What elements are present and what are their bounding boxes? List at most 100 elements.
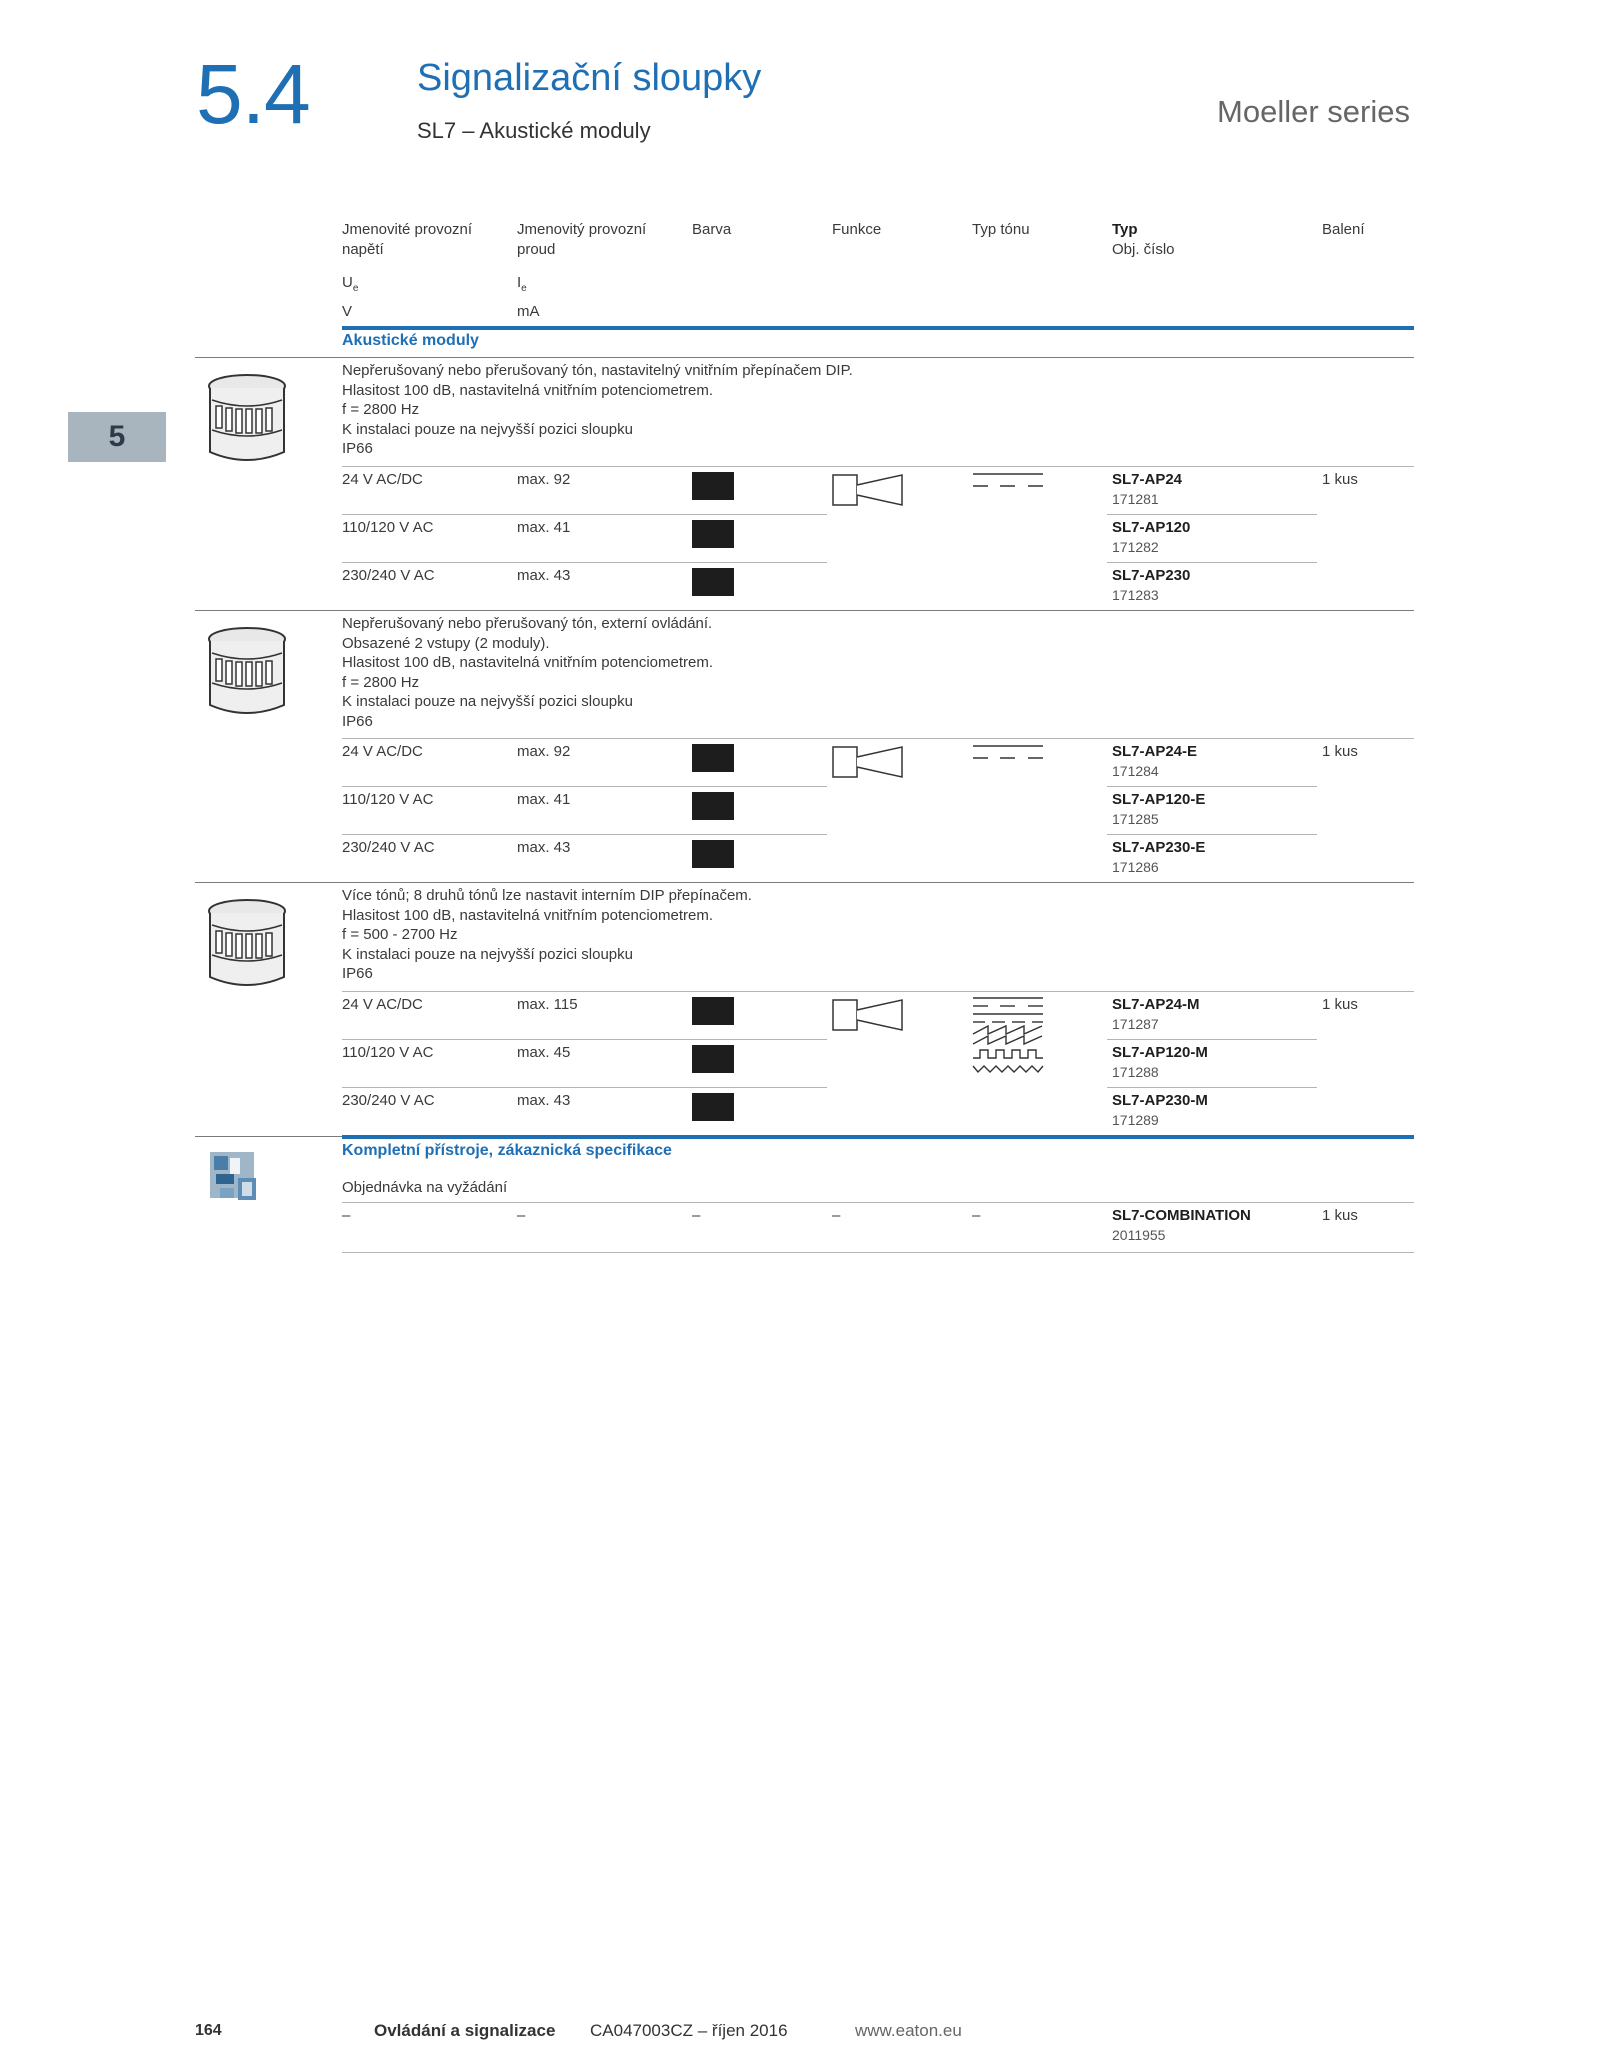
row-divider	[342, 786, 827, 787]
color-value: –	[692, 1207, 701, 1224]
order-number: 171288	[1112, 1064, 1159, 1080]
page-title: Signalizační sloupky	[417, 57, 762, 99]
color-swatch-black	[692, 568, 734, 596]
voltage-symbol: Ue	[342, 274, 359, 294]
row-divider	[1107, 562, 1317, 563]
horn-icon	[832, 746, 903, 778]
column-header-function: Funkce	[832, 221, 882, 238]
tone-type-continuous-intermittent-icon	[973, 473, 1043, 487]
color-swatch-black	[692, 744, 734, 772]
page-number: 164	[195, 2022, 222, 2039]
current-value: max. 92	[517, 471, 571, 488]
order-number: 171282	[1112, 539, 1159, 555]
type-code: SL7-AP120	[1112, 519, 1191, 536]
row-divider	[1107, 1087, 1317, 1088]
row-divider	[342, 991, 1414, 992]
tone-type-value: –	[972, 1207, 981, 1224]
row-divider	[1107, 834, 1317, 835]
row-divider	[342, 1252, 1414, 1253]
current-unit: mA	[517, 303, 540, 320]
packaging-value: 1 kus	[1322, 996, 1358, 1013]
footer-catalog: CA047003CZ – říjen 2016	[590, 2021, 788, 2040]
section-title-complete: Kompletní přístroje, zákaznická specifik…	[342, 1142, 672, 1159]
chapter-tab[interactable]: 5	[68, 412, 166, 462]
column-header-tone-type: Typ tónu	[972, 221, 1030, 238]
packaging-value: 1 kus	[1322, 743, 1358, 760]
type-code: SL7-AP120-E	[1112, 791, 1206, 808]
packaging-value: 1 kus	[1322, 1207, 1358, 1224]
color-swatch-black	[692, 792, 734, 820]
page-subtitle: SL7 – Akustické moduly	[417, 118, 651, 143]
series-label: Moeller series	[1217, 94, 1410, 129]
row-divider	[342, 562, 827, 563]
type-code: SL7-AP24	[1112, 471, 1183, 488]
row-divider	[342, 466, 1414, 467]
acoustic-module-image	[208, 627, 286, 714]
column-header-current: Jmenovitý provozní proud	[517, 221, 647, 258]
order-number: 171285	[1112, 811, 1159, 827]
type-code: SL7-AP230	[1112, 567, 1191, 584]
row-divider	[1107, 786, 1317, 787]
color-swatch-black	[692, 997, 734, 1025]
voltage-value: 24 V AC/DC	[342, 996, 423, 1013]
row-divider	[342, 738, 1414, 739]
color-swatch-black	[692, 840, 734, 868]
column-header-type: Typ	[1112, 221, 1138, 238]
row-divider	[342, 1087, 827, 1088]
voltage-value: 110/120 V AC	[342, 791, 434, 808]
group-description: Nepřerušovaný nebo přerušovaný tón, exte…	[342, 615, 714, 730]
color-swatch-black	[692, 1093, 734, 1121]
section-title-acoustic: Akustické moduly	[342, 332, 479, 349]
current-value: max. 43	[517, 567, 571, 584]
order-number: 171289	[1112, 1112, 1159, 1128]
voltage-value: 24 V AC/DC	[342, 743, 423, 760]
order-number: 171284	[1112, 763, 1159, 779]
current-symbol: Ie	[517, 274, 527, 294]
order-number: 2011955	[1112, 1227, 1166, 1243]
group-divider	[195, 1136, 342, 1137]
column-header-order-no: Obj. číslo	[1112, 241, 1175, 258]
row-divider	[342, 834, 827, 835]
group-divider	[195, 882, 1414, 883]
voltage-value: 230/240 V AC	[342, 567, 435, 584]
voltage-unit: V	[342, 303, 353, 320]
footer-website-link[interactable]: www.eaton.eu	[855, 2021, 962, 2041]
type-code: SL7-AP24-M	[1112, 996, 1200, 1013]
current-value: max. 43	[517, 1092, 571, 1109]
column-header-voltage: Jmenovité provozní napětí	[342, 221, 473, 258]
color-swatch-black	[692, 1045, 734, 1073]
group-divider	[195, 357, 1414, 358]
section-rule	[342, 1135, 1414, 1139]
type-code: SL7-COMBINATION	[1112, 1207, 1251, 1224]
acoustic-module-image	[208, 374, 286, 461]
row-divider	[342, 1039, 827, 1040]
voltage-value: 230/240 V AC	[342, 839, 435, 856]
type-code: SL7-AP230-E	[1112, 839, 1206, 856]
current-value: max. 92	[517, 743, 571, 760]
voltage-value: 110/120 V AC	[342, 1044, 434, 1061]
group-divider	[195, 610, 1414, 611]
current-value: –	[517, 1207, 526, 1224]
packaging-value: 1 kus	[1322, 471, 1358, 488]
column-header-color: Barva	[692, 221, 732, 238]
row-divider	[342, 514, 827, 515]
current-value: max. 43	[517, 839, 571, 856]
color-swatch-black	[692, 472, 734, 500]
voltage-value: 230/240 V AC	[342, 1092, 435, 1109]
order-number: 171281	[1112, 491, 1159, 507]
order-number: 171287	[1112, 1016, 1159, 1032]
group-description: Více tónů; 8 druhů tónů lze nastavit int…	[342, 887, 752, 982]
current-value: max. 41	[517, 791, 571, 808]
section-number: 5.4	[196, 47, 311, 141]
type-code: SL7-AP24-E	[1112, 743, 1198, 760]
row-divider	[342, 1202, 1414, 1203]
voltage-value: –	[342, 1207, 351, 1224]
order-number: 171286	[1112, 859, 1159, 875]
order-on-request-note: Objednávka na vyžádání	[342, 1179, 508, 1196]
voltage-value: 24 V AC/DC	[342, 471, 423, 488]
color-swatch-black	[692, 520, 734, 548]
type-code: SL7-AP230-M	[1112, 1092, 1208, 1109]
voltage-value: 110/120 V AC	[342, 519, 434, 536]
function-value: –	[832, 1207, 841, 1224]
current-value: max. 115	[517, 996, 578, 1013]
